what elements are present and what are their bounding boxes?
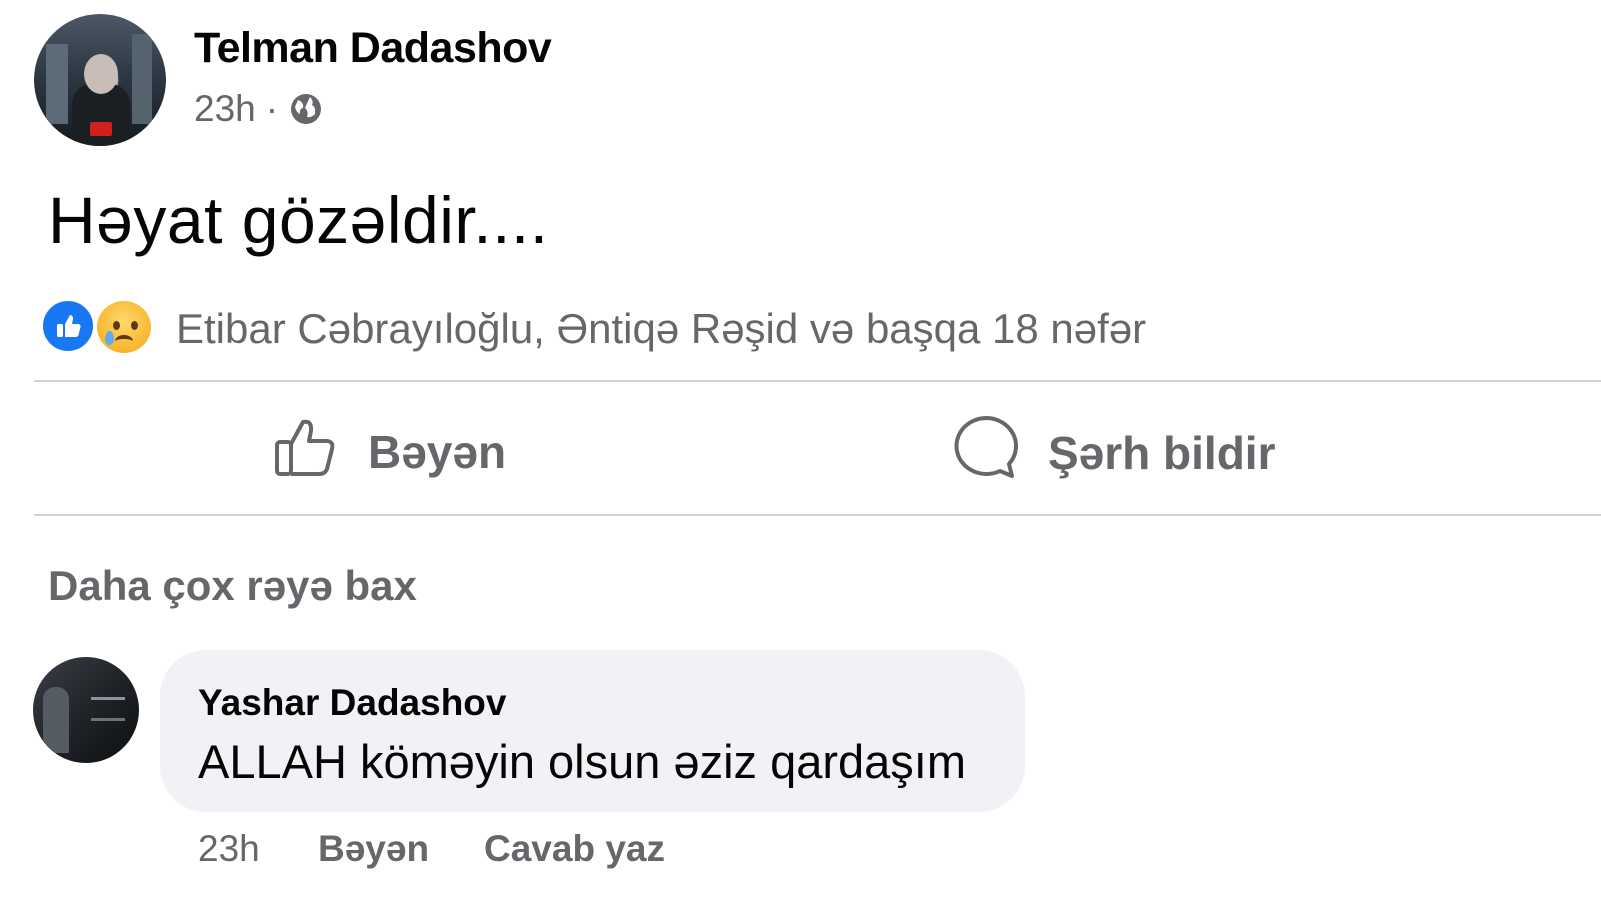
post-meta: 23h · (194, 88, 324, 130)
like-reaction-icon[interactable] (40, 298, 96, 354)
post-text: Həyat gözəldir.... (48, 183, 549, 257)
post-time[interactable]: 23h (194, 88, 256, 130)
divider (34, 380, 1601, 382)
like-button-label: Bəyən (368, 425, 507, 478)
post-author-name[interactable]: Telman Dadashov (194, 24, 552, 73)
comment-bubble-icon (952, 414, 1020, 491)
author-avatar[interactable] (34, 14, 166, 146)
globe-icon (288, 91, 324, 127)
comment-button[interactable]: Şərh bildir (952, 414, 1275, 491)
sad-reaction-icon[interactable] (94, 298, 154, 356)
comment-button-label: Şərh bildir (1048, 426, 1276, 479)
comment-author-name[interactable]: Yashar Dadashov (198, 682, 506, 724)
reactions-summary[interactable]: Etibar Cəbrayıloğlu, Əntiqə Rəşid və baş… (176, 305, 1146, 353)
meta-separator: · (265, 88, 279, 129)
view-more-comments-link[interactable]: Daha çox rəyə bax (48, 562, 417, 610)
divider (34, 514, 1601, 516)
comment-like-link[interactable]: Bəyən (318, 828, 429, 870)
comment-time[interactable]: 23h (198, 828, 260, 870)
thumbs-up-icon (272, 414, 340, 489)
like-button[interactable]: Bəyən (272, 414, 506, 489)
comment-text: ALLAH köməyin olsun əziz qardaşım (198, 735, 967, 788)
commenter-avatar[interactable] (33, 657, 139, 763)
comment-reply-link[interactable]: Cavab yaz (484, 828, 665, 870)
